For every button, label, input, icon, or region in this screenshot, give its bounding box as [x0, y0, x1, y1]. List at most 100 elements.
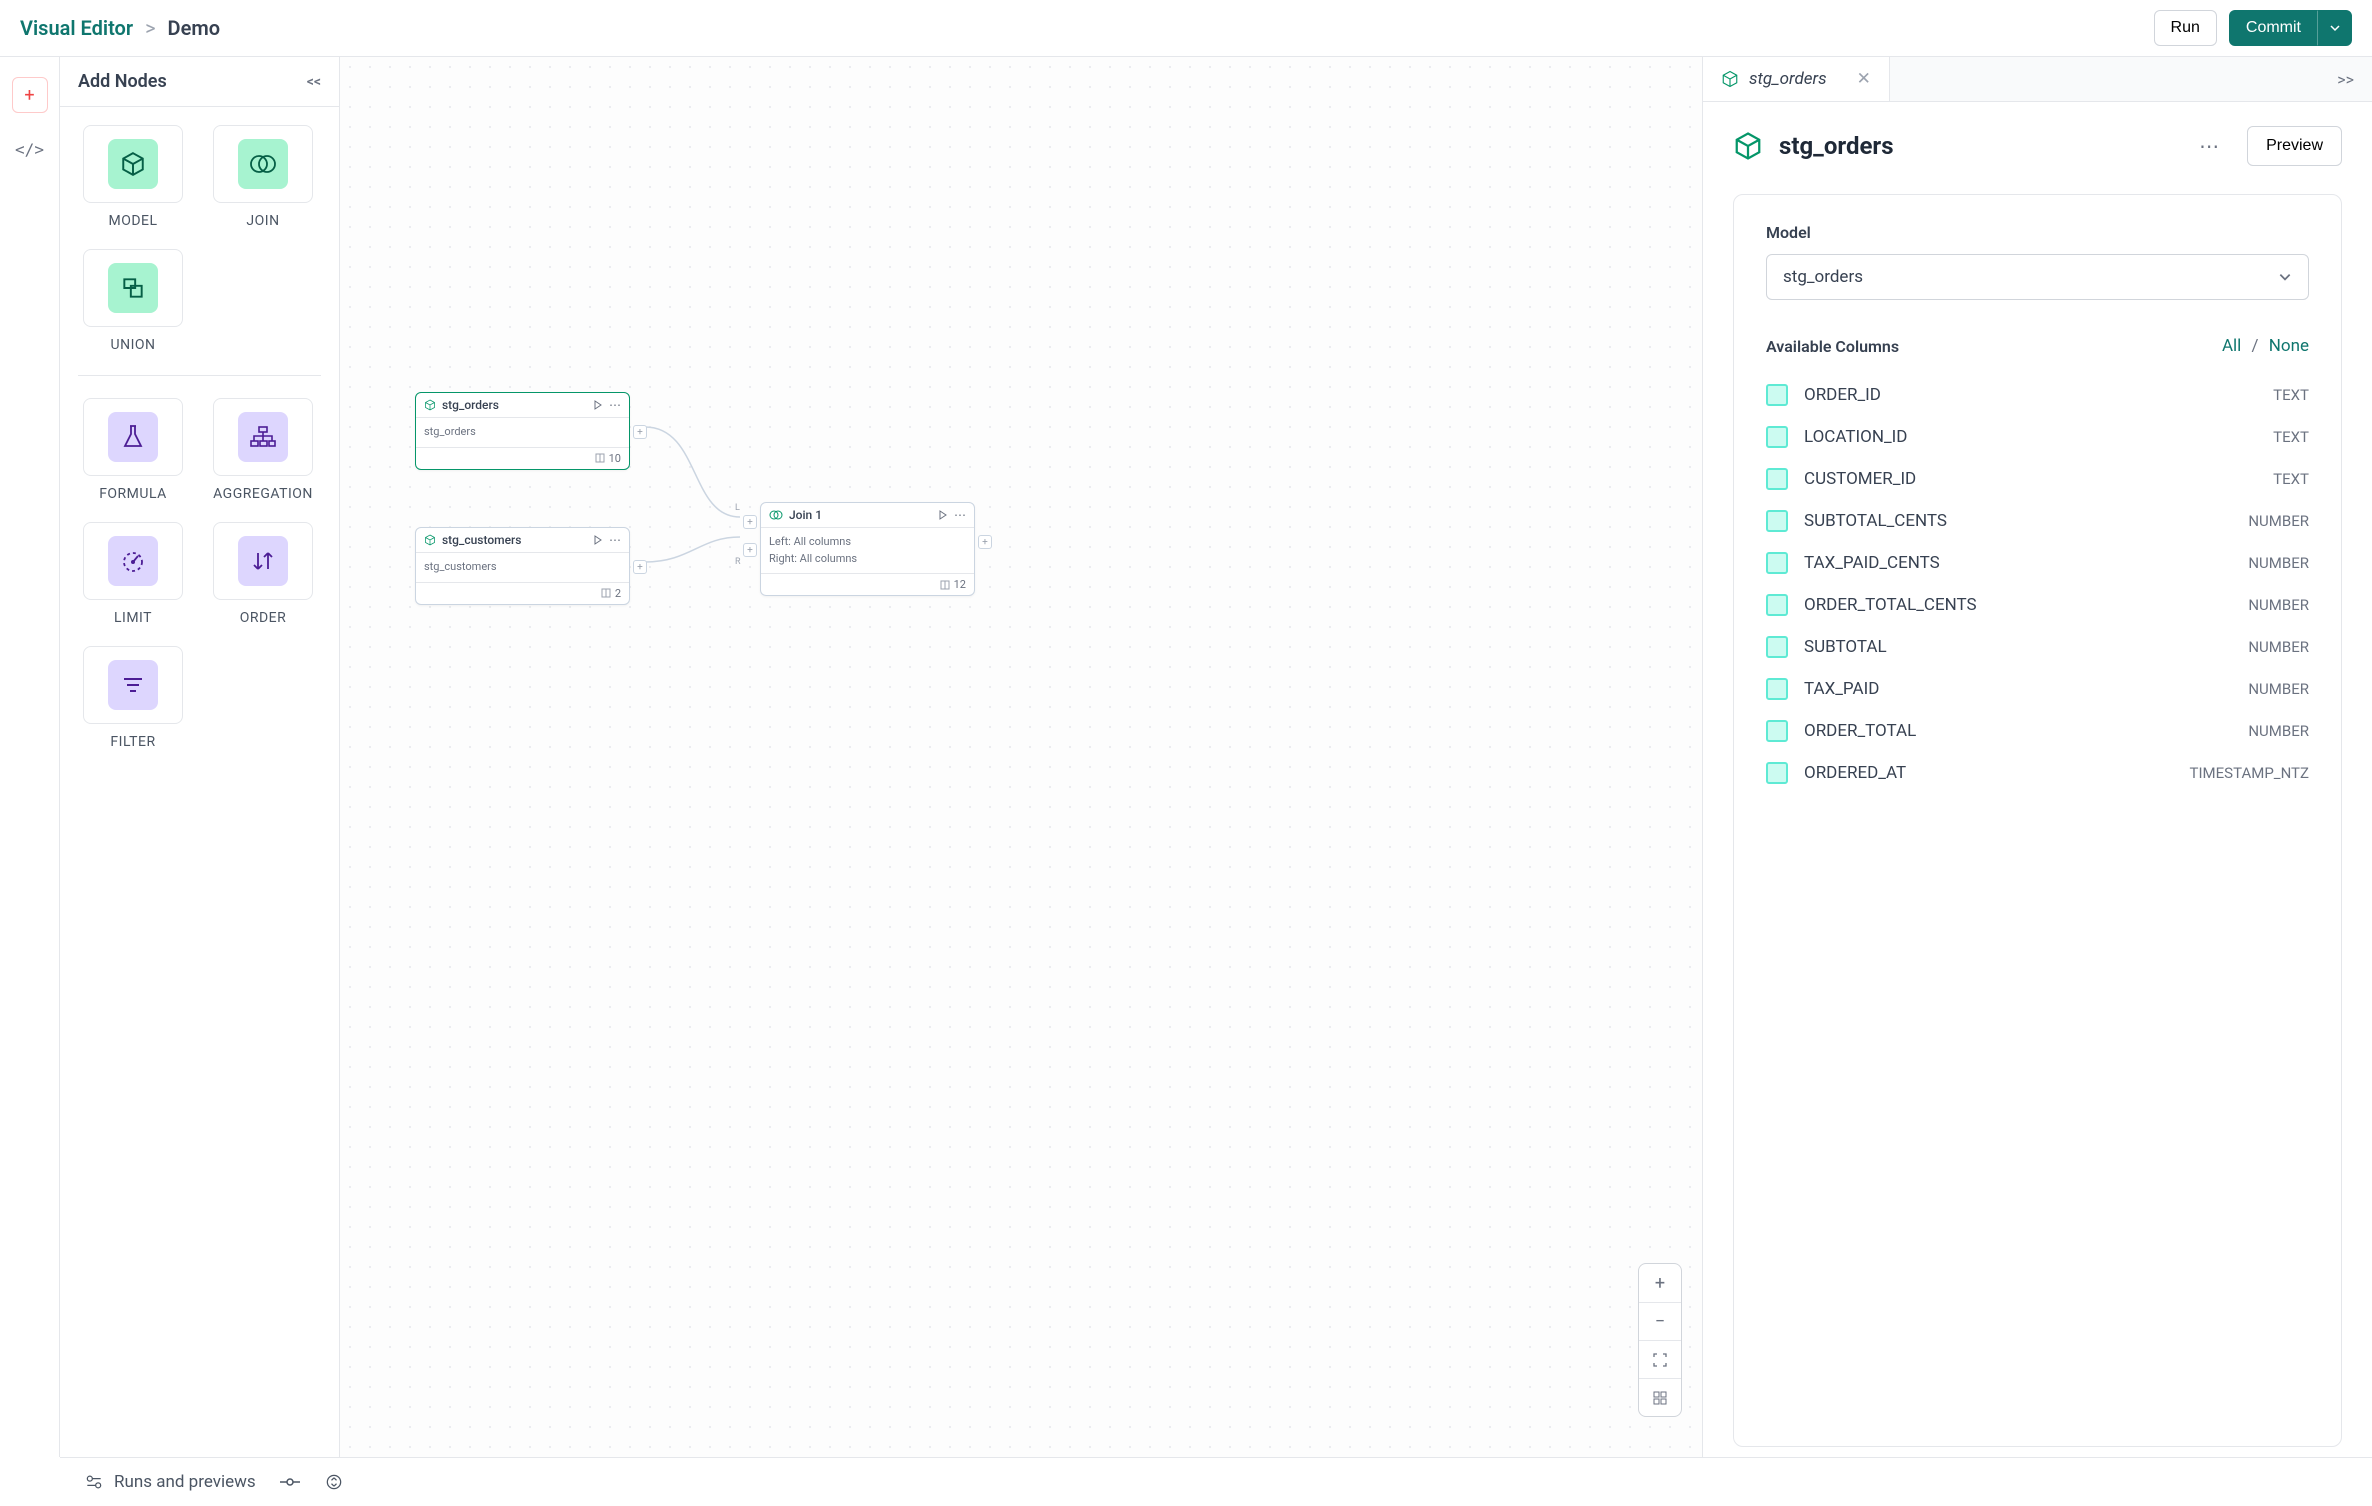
breadcrumb-root[interactable]: Visual Editor	[20, 16, 133, 40]
node-title: stg_orders	[442, 398, 499, 412]
tile-label: LIMIT	[114, 610, 152, 626]
tile-label: JOIN	[246, 213, 279, 229]
column-row[interactable]: ORDER_TOTAL NUMBER	[1766, 710, 2309, 752]
column-row[interactable]: SUBTOTAL_CENTS NUMBER	[1766, 500, 2309, 542]
commit-graph-button[interactable]	[280, 1475, 300, 1489]
column-name: ORDER_TOTAL_CENTS	[1804, 595, 2232, 615]
tile-label: FORMULA	[99, 486, 167, 502]
column-type: NUMBER	[2248, 638, 2309, 656]
node-col-count: 12	[954, 578, 966, 591]
details-panel: stg_orders ✕ >> stg_orders ⋯ Preview Mod…	[1702, 57, 2372, 1457]
node-tile-filter[interactable]: FILTER	[78, 646, 188, 750]
output-port[interactable]: +	[633, 560, 647, 574]
tile-label: UNION	[111, 337, 156, 353]
play-icon[interactable]	[593, 535, 603, 545]
select-all-link[interactable]: All	[2222, 336, 2241, 356]
refresh-button[interactable]	[324, 1472, 344, 1492]
columns-icon	[601, 588, 611, 598]
canvas-node-stg-orders[interactable]: stg_orders ⋯ stg_orders 10 +	[415, 392, 630, 470]
join-icon	[769, 509, 783, 521]
model-select[interactable]: stg_orders	[1766, 254, 2309, 300]
column-checkbox[interactable]	[1766, 384, 1788, 406]
play-icon[interactable]	[593, 400, 603, 410]
node-tile-model[interactable]: MODEL	[78, 125, 188, 229]
column-type: NUMBER	[2248, 554, 2309, 572]
commit-dropdown-button[interactable]	[2318, 10, 2352, 46]
node-title: Join 1	[789, 508, 822, 522]
model-label: Model	[1766, 223, 2309, 242]
column-name: TAX_PAID	[1804, 679, 2232, 699]
node-tile-order[interactable]: ORDER	[208, 522, 318, 626]
zoom-fit-button[interactable]	[1639, 1340, 1681, 1378]
column-row[interactable]: ORDER_TOTAL_CENTS NUMBER	[1766, 584, 2309, 626]
node-tile-join[interactable]: JOIN	[208, 125, 318, 229]
breadcrumb: Visual Editor > Demo	[20, 16, 220, 40]
node-menu-icon[interactable]: ⋯	[609, 398, 621, 412]
collapse-panel-button[interactable]: <<	[307, 74, 321, 90]
run-button[interactable]: Run	[2154, 10, 2217, 46]
canvas-node-stg-customers[interactable]: stg_customers ⋯ stg_customers 2 +	[415, 527, 630, 605]
column-row[interactable]: TAX_PAID_CENTS NUMBER	[1766, 542, 2309, 584]
code-view-button[interactable]: </>	[12, 131, 48, 167]
cube-icon	[1733, 131, 1763, 161]
input-port-right[interactable]: +	[743, 543, 757, 557]
column-name: ORDERED_AT	[1804, 763, 2174, 783]
column-checkbox[interactable]	[1766, 678, 1788, 700]
column-row[interactable]: LOCATION_ID TEXT	[1766, 416, 2309, 458]
node-menu-icon[interactable]: ⋯	[954, 508, 966, 522]
column-row[interactable]: ORDER_ID TEXT	[1766, 374, 2309, 416]
column-checkbox[interactable]	[1766, 426, 1788, 448]
panel-more-button[interactable]: ⋯	[2189, 134, 2231, 158]
zoom-grid-button[interactable]	[1639, 1378, 1681, 1416]
commit-button[interactable]: Commit	[2229, 10, 2318, 46]
column-row[interactable]: TAX_PAID NUMBER	[1766, 668, 2309, 710]
add-button[interactable]: +	[12, 77, 48, 113]
output-port[interactable]: +	[633, 425, 647, 439]
canvas-node-join[interactable]: Join 1 ⋯ Left: All columns Right: All co…	[760, 502, 975, 596]
canvas[interactable]: stg_orders ⋯ stg_orders 10 + stg_custome…	[340, 57, 1702, 1457]
column-checkbox[interactable]	[1766, 720, 1788, 742]
node-col-count: 2	[615, 587, 621, 600]
column-checkbox[interactable]	[1766, 510, 1788, 532]
breadcrumb-current: Demo	[168, 16, 220, 40]
select-none-link[interactable]: None	[2269, 336, 2309, 356]
close-tab-icon[interactable]: ✕	[1857, 69, 1871, 89]
expand-panel-button[interactable]: >>	[2319, 70, 2372, 89]
node-menu-icon[interactable]: ⋯	[609, 533, 621, 547]
column-checkbox[interactable]	[1766, 636, 1788, 658]
column-checkbox[interactable]	[1766, 762, 1788, 784]
column-checkbox[interactable]	[1766, 552, 1788, 574]
node-tile-formula[interactable]: FORMULA	[78, 398, 188, 502]
column-row[interactable]: ORDERED_AT TIMESTAMP_NTZ	[1766, 752, 2309, 794]
node-tile-union[interactable]: UNION	[78, 249, 188, 353]
runs-previews-button[interactable]: Runs and previews	[84, 1472, 256, 1492]
panel-tab[interactable]: stg_orders ✕	[1703, 57, 1890, 101]
zoom-out-button[interactable]: −	[1639, 1302, 1681, 1340]
column-type: NUMBER	[2248, 512, 2309, 530]
input-port-left[interactable]: +	[743, 515, 757, 529]
output-port[interactable]: +	[978, 535, 992, 549]
column-checkbox[interactable]	[1766, 594, 1788, 616]
tile-label: FILTER	[110, 734, 155, 750]
preview-button[interactable]: Preview	[2247, 126, 2342, 166]
column-row[interactable]: CUSTOMER_ID TEXT	[1766, 458, 2309, 500]
canvas-grid	[340, 57, 1702, 1457]
zoom-in-button[interactable]: +	[1639, 1264, 1681, 1302]
agg-icon	[238, 412, 288, 462]
zoom-controls: + −	[1638, 1263, 1682, 1417]
play-icon[interactable]	[938, 510, 948, 520]
node-tile-aggregation[interactable]: AGGREGATION	[208, 398, 318, 502]
footer-bar: Runs and previews	[60, 1457, 2372, 1506]
column-name: ORDER_TOTAL	[1804, 721, 2232, 741]
chevron-down-icon	[2278, 270, 2292, 284]
refresh-icon	[324, 1472, 344, 1492]
column-row[interactable]: SUBTOTAL NUMBER	[1766, 626, 2309, 668]
tile-label: AGGREGATION	[213, 486, 313, 502]
tile-label: MODEL	[108, 213, 157, 229]
cube-icon	[424, 399, 436, 411]
column-type: NUMBER	[2248, 680, 2309, 698]
column-name: TAX_PAID_CENTS	[1804, 553, 2232, 573]
breadcrumb-sep: >	[145, 16, 155, 40]
column-checkbox[interactable]	[1766, 468, 1788, 490]
node-tile-limit[interactable]: LIMIT	[78, 522, 188, 626]
